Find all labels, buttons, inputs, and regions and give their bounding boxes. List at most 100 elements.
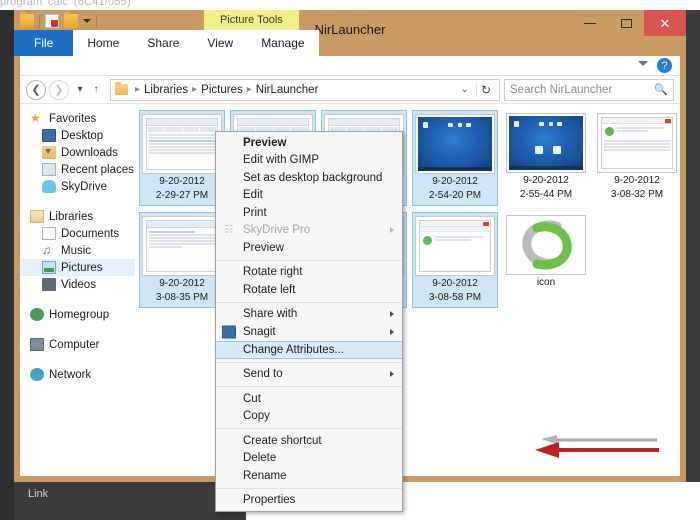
file-name-line2: 3-08-32 PM: [610, 189, 664, 200]
chevron-down-icon[interactable]: ⌄: [456, 84, 474, 95]
menu-item-skydrive-pro[interactable]: ☷ SkyDrive Pro: [216, 222, 402, 240]
help-icon[interactable]: ?: [657, 58, 672, 73]
search-icon[interactable]: 🔍: [654, 83, 668, 96]
menu-item-rename[interactable]: Rename: [216, 467, 402, 485]
thumbnail: [597, 113, 677, 173]
menu-item-cut[interactable]: Cut: [216, 390, 402, 408]
up-button[interactable]: ↑: [88, 84, 104, 95]
sidebar-item-downloads[interactable]: Downloads: [20, 144, 135, 161]
menu-item-send-to[interactable]: Send to: [216, 366, 402, 384]
file-tile[interactable]: 9-20-2012 2-54-20 PM: [412, 110, 498, 206]
sidebar-item-computer[interactable]: Computer: [20, 336, 135, 353]
sidebar-item-documents[interactable]: Documents: [20, 225, 135, 242]
menu-item-delete[interactable]: Delete: [216, 450, 402, 468]
breadcrumb[interactable]: ▸ Libraries ▸ Pictures ▸ NirLauncher ⌄ ↻: [110, 78, 500, 101]
sidebar-item-pictures[interactable]: Pictures: [20, 259, 135, 276]
sidebar-item-libraries[interactable]: Libraries: [20, 208, 135, 225]
desktop-link-label: Link: [28, 488, 49, 500]
sidebar-item-label: SkyDrive: [61, 180, 108, 193]
file-tile[interactable]: 9-20-2012 3-08-35 PM: [139, 212, 225, 308]
skydrive-icon: [42, 180, 56, 193]
file-name-line2: 2-29-27 PM: [155, 190, 209, 201]
downloads-icon: [42, 146, 56, 159]
tab-manage[interactable]: Manage: [247, 30, 319, 56]
file-name-line1: 9-20-2012: [159, 278, 205, 289]
thumbnail: [142, 114, 222, 174]
nirlauncher-logo-icon: [511, 220, 581, 270]
star-icon: ★: [30, 111, 41, 125]
menu-separator: [216, 428, 402, 429]
file-tile[interactable]: 9-20-2012 2-29-27 PM: [139, 110, 225, 206]
recent-places-icon: [42, 163, 56, 176]
chevron-down-icon[interactable]: [638, 61, 648, 66]
menu-item-share-with[interactable]: Share with: [216, 306, 402, 324]
menu-item-preview-2[interactable]: Preview: [216, 239, 402, 257]
thumbnail: [415, 114, 495, 174]
menu-item-properties[interactable]: Properties: [216, 492, 402, 510]
forward-button[interactable]: ❯: [49, 79, 69, 100]
search-input[interactable]: Search NirLauncher 🔍: [504, 78, 674, 101]
menu-item-create-shortcut[interactable]: Create shortcut: [216, 432, 402, 450]
back-button[interactable]: ❮: [26, 79, 46, 100]
contextual-tab-picture-tools[interactable]: Picture Tools: [204, 10, 299, 31]
sidebar-item-recent-places[interactable]: Recent places: [20, 161, 135, 178]
file-name-line2: 2-55-44 PM: [519, 189, 573, 200]
file-tile[interactable]: 9-20-2012 3-08-32 PM: [594, 110, 680, 206]
menu-item-edit[interactable]: Edit: [216, 187, 402, 205]
file-tile[interactable]: 9-20-2012 2-55-44 PM: [503, 110, 589, 206]
sidebar-item-label: Homegroup: [49, 308, 110, 321]
menu-item-copy[interactable]: Copy: [216, 408, 402, 426]
submenu-arrow-icon: [390, 328, 394, 335]
sidebar-item-label: Music: [61, 244, 92, 257]
breadcrumb-pictures[interactable]: Pictures: [201, 84, 243, 96]
sidebar-item-music[interactable]: ♫ Music: [20, 242, 135, 259]
breadcrumb-nirlauncher[interactable]: NirLauncher: [256, 84, 319, 96]
recent-locations-caret-icon[interactable]: ▾: [72, 84, 88, 95]
file-tile[interactable]: icon: [503, 212, 589, 308]
file-name-line2: 3-08-35 PM: [155, 292, 209, 303]
tab-view[interactable]: View: [193, 30, 248, 56]
menu-item-change-attributes[interactable]: Change Attributes...: [216, 340, 402, 359]
maximize-button[interactable]: [608, 10, 644, 36]
document-icon: [42, 227, 56, 240]
menu-item-rotate-left[interactable]: Rotate left: [216, 281, 402, 299]
menu-separator: [216, 361, 402, 363]
tab-home[interactable]: Home: [73, 30, 134, 56]
menu-item-rotate-right[interactable]: Rotate right: [216, 264, 402, 282]
menu-item-edit-with-gimp[interactable]: Edit with GIMP: [216, 152, 402, 170]
search-placeholder: Search NirLauncher: [510, 83, 613, 96]
sidebar-item-network[interactable]: Network: [20, 366, 135, 383]
sidebar-item-videos[interactable]: Videos: [20, 276, 135, 293]
submenu-arrow-icon: [390, 311, 394, 318]
sidebar-item-desktop[interactable]: Desktop: [20, 127, 135, 144]
menu-item-preview[interactable]: Preview: [216, 134, 402, 152]
thumbnail: [506, 215, 586, 275]
menu-item-snagit[interactable]: Snagit: [216, 323, 402, 341]
tab-share[interactable]: Share: [133, 30, 194, 56]
file-name-line2: 2-54-20 PM: [428, 190, 482, 201]
sidebar-item-favorites[interactable]: ★ Favorites: [20, 110, 135, 127]
file-name-line1: 9-20-2012: [523, 175, 569, 186]
file-tile[interactable]: 9-20-2012 3-08-58 PM: [412, 212, 498, 308]
close-button[interactable]: ✕: [644, 10, 686, 36]
menu-separator: [216, 487, 402, 489]
context-menu[interactable]: Preview Edit with GIMP Set as desktop ba…: [215, 131, 403, 512]
tab-file[interactable]: File: [14, 30, 74, 56]
libraries-icon: [30, 210, 44, 223]
breadcrumb-separator: ▸: [192, 84, 198, 95]
sidebar-item-label: Network: [49, 368, 92, 381]
menu-item-set-as-desktop-background[interactable]: Set as desktop background: [216, 169, 402, 187]
breadcrumb-libraries[interactable]: Libraries: [144, 84, 188, 96]
sidebar-item-skydrive[interactable]: SkyDrive: [20, 178, 135, 195]
menu-item-print[interactable]: Print: [216, 204, 402, 222]
thumbnail: [415, 216, 495, 276]
sidebar-item-homegroup[interactable]: Homegroup: [20, 306, 135, 323]
videos-icon: [42, 278, 56, 291]
refresh-icon[interactable]: ↻: [475, 82, 495, 97]
minimize-icon: [584, 22, 596, 24]
minimize-button[interactable]: [572, 10, 608, 36]
maximize-icon: [620, 18, 632, 28]
sidebar-item-label: Recent places: [61, 163, 134, 176]
